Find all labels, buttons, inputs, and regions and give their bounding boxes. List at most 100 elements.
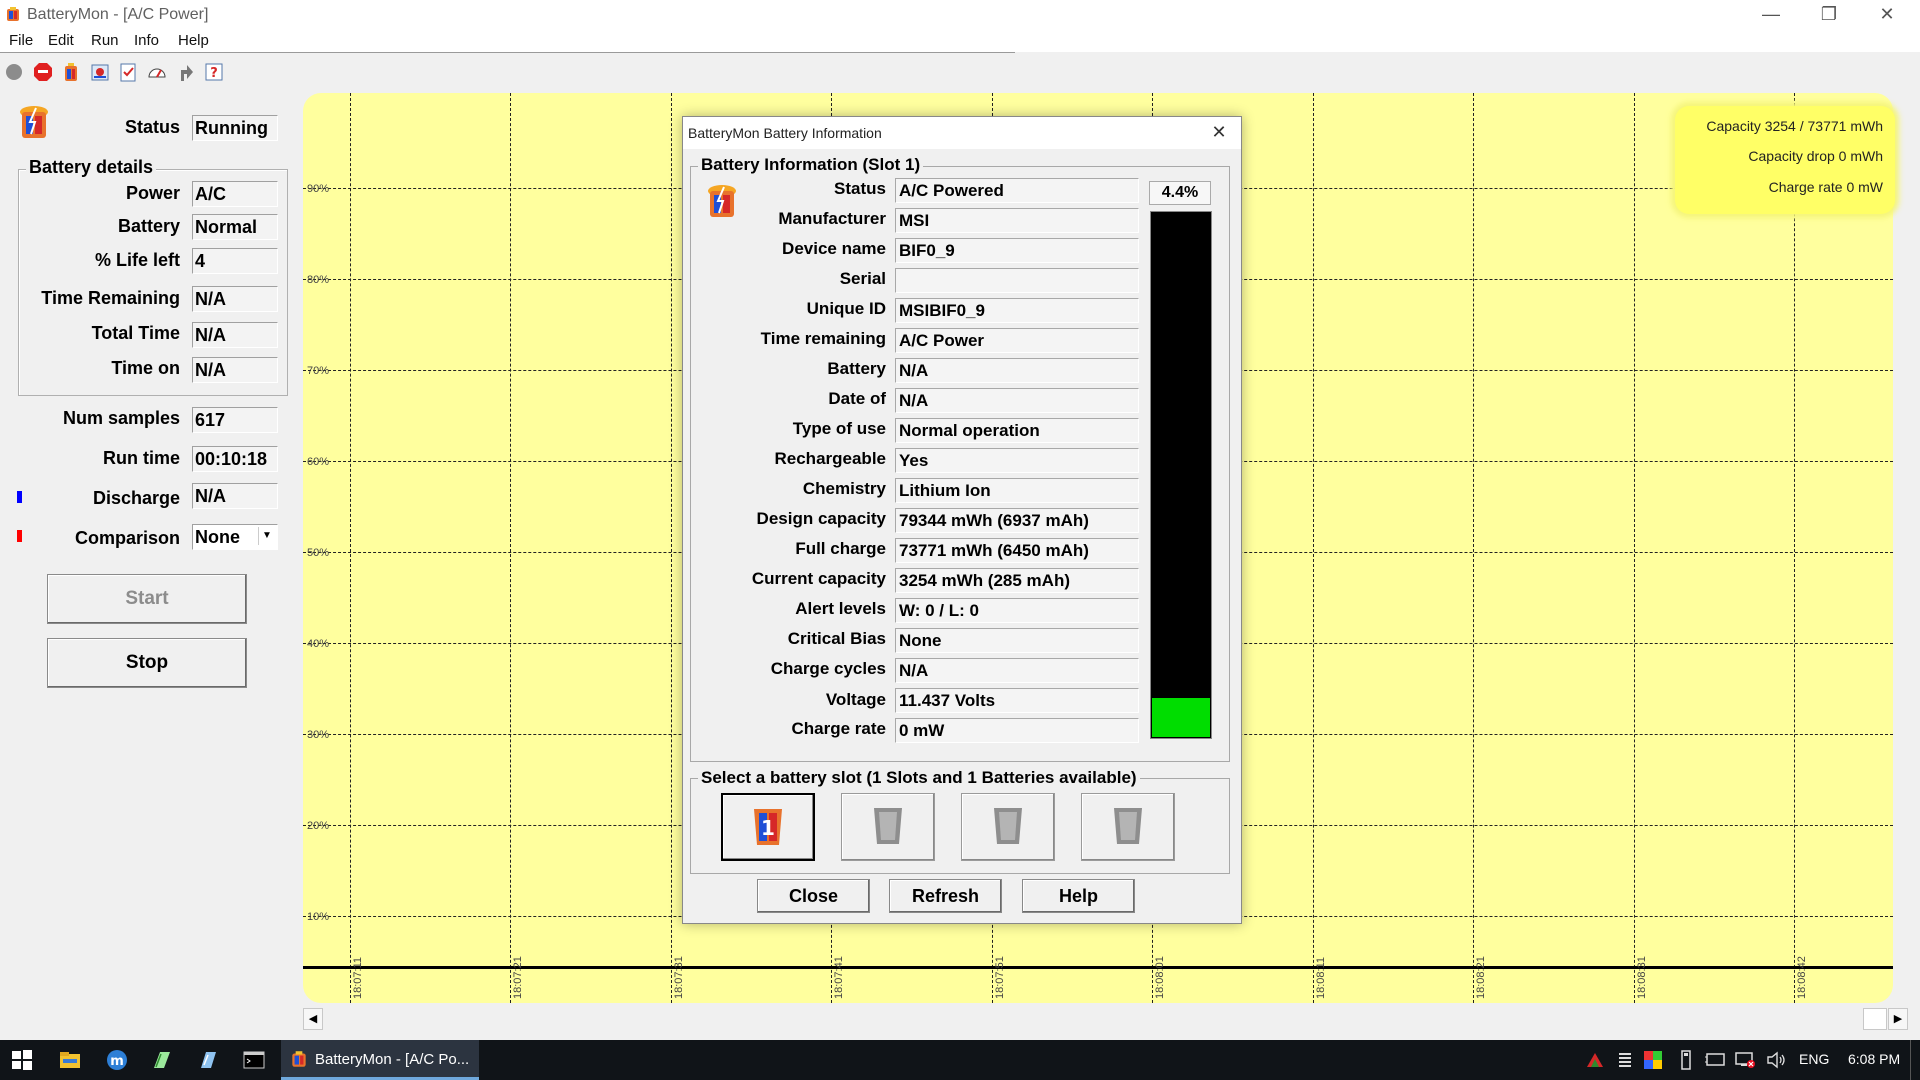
y-tick-20: 20% — [307, 820, 330, 832]
batterymon-icon — [7, 7, 19, 21]
scroll-right-arrow-icon[interactable]: ▶ — [1888, 1008, 1908, 1030]
battery-status-label: Battery — [117, 216, 180, 236]
start-button[interactable]: Start — [47, 574, 247, 624]
checklist-icon[interactable] — [115, 59, 141, 85]
life-left-value: 4 — [192, 248, 278, 274]
info-type-of-use-value: Normal operation — [895, 418, 1139, 443]
vgridline — [1634, 93, 1635, 1003]
total-time-value: N/A — [192, 322, 278, 348]
battery-slot-4[interactable] — [1081, 793, 1175, 861]
info-current-capacity-value: 3254 mWh (285 mAh) — [895, 568, 1139, 593]
usb-icon[interactable] — [1680, 1050, 1692, 1070]
slot-select-title: Select a battery slot (1 Slots and 1 Bat… — [698, 768, 1140, 788]
info-design-capacity-value: 79344 mWh (6937 mAh) — [895, 508, 1139, 533]
discharge-rate-value: N/A — [192, 483, 278, 509]
info-charge-cycles-value: N/A — [895, 658, 1139, 683]
run-time-label: Run time — [102, 448, 180, 468]
num-samples-value: 617 — [192, 407, 278, 433]
comparison-rate-label: Comparison — [74, 528, 180, 548]
info-battery-label: Battery — [827, 359, 886, 378]
x-tick: 18:07:11 — [352, 956, 364, 999]
horizontal-scrollbar[interactable]: ◀ ▶ — [303, 1008, 1908, 1030]
capacity-drop-text: Capacity drop 0 mWh — [1748, 148, 1883, 164]
file-explorer-icon[interactable] — [58, 1048, 82, 1072]
help-icon[interactable]: ? — [201, 59, 227, 85]
pointer-icon[interactable] — [173, 59, 199, 85]
menu-file[interactable]: File — [9, 32, 33, 49]
menu-info[interactable]: Info — [134, 32, 159, 49]
x-tick: 18:07:41 — [833, 956, 845, 999]
tray-menu-icon[interactable] — [1618, 1051, 1632, 1069]
windows-start-icon[interactable] — [10, 1048, 34, 1072]
toolbar: ? — [0, 57, 240, 87]
info-alert-levels-value: W: 0 / L: 0 — [895, 598, 1139, 623]
dialog-close-icon[interactable]: ✕ — [1197, 117, 1241, 149]
svg-text:?: ? — [210, 66, 218, 81]
info-serial-value — [895, 268, 1139, 293]
chevron-down-icon[interactable]: ▼ — [258, 527, 275, 545]
info-charge-rate-label: Charge rate — [791, 719, 886, 738]
info-rechargeable-value: Yes — [895, 448, 1139, 473]
battery-slot-1[interactable]: 1 — [721, 793, 815, 861]
y-tick-40: 40% — [307, 638, 330, 650]
menu-edit[interactable]: Edit — [48, 32, 74, 49]
battery-slot-2[interactable] — [841, 793, 935, 861]
scroll-thumb[interactable] — [1863, 1008, 1887, 1030]
dialog-help-button[interactable]: Help — [1022, 879, 1135, 913]
capacity-text: Capacity 3254 / 73771 mWh — [1706, 118, 1883, 134]
terminal-icon[interactable] — [242, 1048, 266, 1072]
app-blue-icon[interactable]: m — [105, 1048, 129, 1072]
network-disconnected-icon[interactable] — [1734, 1051, 1756, 1069]
minimize-button[interactable]: — — [1742, 0, 1800, 30]
dialog-titlebar: BatteryMon Battery Information ✕ — [683, 117, 1241, 149]
battery-info-dialog: BatteryMon Battery Information ✕ Battery… — [682, 116, 1242, 924]
record-icon[interactable] — [1, 59, 27, 85]
language-indicator[interactable]: ENG — [1799, 1051, 1829, 1067]
x-tick: 18:08:01 — [1154, 956, 1166, 999]
x-tick: 18:07:31 — [673, 956, 685, 999]
taskbar-batterymon-button[interactable]: BatteryMon - [A/C Po... — [281, 1040, 479, 1080]
show-desktop-button[interactable] — [1910, 1040, 1911, 1080]
clock[interactable]: 6:08 PM — [1848, 1051, 1900, 1067]
y-tick-10: 10% — [307, 911, 330, 923]
y-tick-80: 80% — [307, 274, 330, 286]
scroll-left-arrow-icon[interactable]: ◀ — [303, 1008, 323, 1030]
volume-icon[interactable] — [1766, 1051, 1788, 1069]
vgridline — [1794, 93, 1795, 1003]
editor-icon[interactable] — [196, 1048, 220, 1072]
discharge-marker — [17, 491, 22, 503]
info-charge-rate-value: 0 mW — [895, 718, 1139, 743]
settings-icon[interactable] — [87, 59, 113, 85]
time-remaining-label: Time Remaining — [41, 288, 180, 308]
y-tick-90: 90% — [307, 183, 330, 195]
status-value: Running — [192, 115, 278, 141]
y-tick-70: 70% — [307, 365, 330, 377]
charge-percent-label: 4.4% — [1149, 181, 1211, 205]
info-type-of-use-label: Type of use — [792, 419, 886, 438]
battery-details-title: Battery details — [26, 157, 157, 178]
tray-app-icon[interactable] — [1586, 1052, 1604, 1068]
gauge-icon[interactable] — [144, 59, 170, 85]
vgridline — [671, 93, 672, 1003]
close-window-button[interactable]: ✕ — [1858, 0, 1916, 30]
refresh-button[interactable]: Refresh — [889, 879, 1002, 913]
battery-icon[interactable] — [58, 59, 84, 85]
stop-icon[interactable] — [30, 59, 56, 85]
restore-button[interactable]: ❐ — [1800, 0, 1858, 30]
info-alert-levels-label: Alert levels — [795, 599, 886, 618]
tablet-icon[interactable] — [1704, 1052, 1726, 1068]
menu-run[interactable]: Run — [91, 32, 119, 49]
battery-slot-3[interactable] — [961, 793, 1055, 861]
charge-level-bar — [1150, 211, 1212, 739]
batterymon-icon — [292, 1051, 306, 1067]
notes-icon[interactable] — [150, 1048, 174, 1072]
y-tick-60: 60% — [307, 456, 330, 468]
menu-help[interactable]: Help — [178, 32, 209, 49]
tray-color-icon[interactable] — [1644, 1051, 1662, 1069]
stop-button[interactable]: Stop — [47, 638, 247, 688]
battery-slot-empty-icon — [874, 808, 902, 844]
comparison-rate-select[interactable]: None ▼ — [192, 524, 278, 550]
info-current-capacity-label: Current capacity — [751, 569, 886, 588]
dialog-close-button[interactable]: Close — [757, 879, 870, 913]
comparison-marker — [17, 530, 22, 542]
